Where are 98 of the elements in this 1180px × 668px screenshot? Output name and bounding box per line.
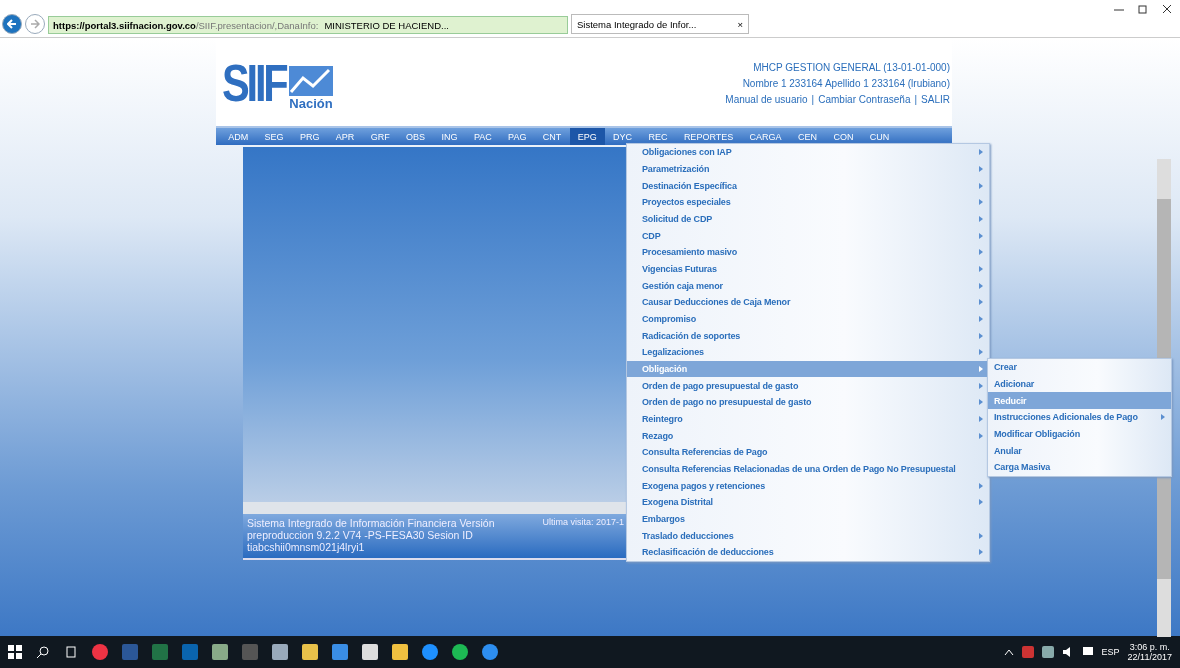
address-bar[interactable]: https://portal3.siifnacion.gov.co/SIIF.presentacion/,DanaInfo: MINISTERIO DE HACIEND... — [48, 16, 568, 34]
submenu-arrow-icon — [979, 499, 983, 506]
submenu-arrow-icon — [979, 482, 983, 489]
nav-tab[interactable]: ADM — [220, 128, 257, 145]
nav-tab[interactable]: CUN — [861, 128, 898, 145]
header-link[interactable]: Cambiar Contraseña — [818, 93, 911, 105]
menu-item[interactable]: Reclasificación de deducciones — [627, 544, 989, 561]
nav-tab[interactable]: CON — [825, 128, 862, 145]
notification-icon[interactable] — [1081, 646, 1094, 658]
arrow-right-icon — [30, 19, 40, 29]
menu-item[interactable]: Exogena pagos y retenciones — [627, 477, 989, 495]
restore-icon[interactable] — [1138, 4, 1148, 14]
menu-item[interactable]: Parametrización — [627, 160, 989, 178]
header-link[interactable]: SALIR — [921, 93, 950, 105]
nav-tab[interactable]: PAC — [465, 128, 500, 145]
menu-item[interactable]: Compromiso — [627, 310, 989, 328]
header-link[interactable]: Manual de usuario — [725, 93, 808, 105]
menu-item[interactable]: CDP — [627, 227, 989, 245]
menu-item[interactable]: Reducir — [988, 392, 1171, 409]
menu-item[interactable]: Legalizaciones — [627, 344, 989, 361]
search-icon[interactable] — [36, 645, 50, 659]
nav-tab[interactable]: DYC — [604, 128, 641, 145]
menu-item[interactable]: Rezago — [627, 427, 989, 445]
arrow-left-icon — [7, 19, 17, 29]
nav-tab[interactable]: CEN — [789, 128, 826, 145]
nav-tab[interactable]: REC — [640, 128, 676, 145]
menu-item[interactable]: Procesamiento masivo — [627, 244, 989, 261]
menu-item[interactable]: Instrucciones Adicionales de Pago — [988, 409, 1171, 426]
menu-item[interactable]: Destinación Específica — [627, 177, 989, 194]
menu-item[interactable]: Proyectos especiales — [627, 194, 989, 211]
submenu-arrow-icon — [979, 549, 983, 556]
close-icon[interactable] — [1162, 4, 1172, 14]
entity-label: MHCP GESTION GENERAL (13-01-01-000) — [753, 61, 950, 73]
nav-tab[interactable]: GRF — [362, 128, 398, 145]
menu-item[interactable]: Obligación — [627, 360, 989, 378]
nav-tab[interactable]: CNT — [534, 128, 570, 145]
submenu-arrow-icon — [979, 249, 983, 256]
nav-tab[interactable]: OBS — [397, 128, 434, 145]
clock[interactable]: 3:06 p. m. 22/11/2017 — [1127, 642, 1172, 662]
close-tab-button[interactable]: × — [737, 18, 743, 30]
menu-item[interactable]: Obligaciones con IAP — [627, 144, 989, 161]
menu-item[interactable]: Vigencias Futuras — [627, 260, 989, 278]
submenu-arrow-icon — [979, 182, 983, 189]
chevron-up-icon[interactable] — [1003, 648, 1014, 656]
submenu-arrow-icon — [979, 232, 983, 239]
menu-item[interactable]: Modificar Obligación — [988, 425, 1171, 443]
windows-start-icon[interactable] — [8, 645, 22, 659]
menu-item[interactable]: Adicionar — [988, 375, 1171, 393]
nav-tab[interactable]: REPORTES — [675, 128, 742, 145]
task-view-icon[interactable] — [64, 645, 78, 659]
back-button[interactable] — [2, 14, 22, 34]
submenu-arrow-icon — [979, 166, 983, 172]
menu-item[interactable]: Gestión caja menor — [627, 277, 989, 295]
nav-tab[interactable]: EPG — [569, 128, 605, 145]
submenu-arrow-icon — [979, 532, 983, 539]
menu-item[interactable]: Consulta Referencias Relacionadas de una Orden de Pago No Presupuestal — [627, 460, 989, 478]
nav-tab[interactable]: PRG — [291, 128, 328, 145]
submenu-arrow-icon — [979, 266, 983, 273]
submenu-arrow-icon — [979, 382, 983, 389]
nav-tab[interactable]: SEG — [256, 128, 292, 145]
separator: | — [914, 93, 918, 105]
submenu-arrow-icon — [979, 366, 983, 373]
menu-item[interactable]: Embargos — [627, 510, 989, 528]
user-label: Nombre 1 233164 Apellido 1 233164 (lrubiano) — [742, 77, 950, 89]
menu-item[interactable]: Radicación de soportes — [627, 327, 989, 345]
menu-item[interactable]: Exogena Distrital — [627, 494, 989, 511]
nav-tab[interactable]: APR — [327, 128, 363, 145]
submenu-arrow-icon — [979, 316, 983, 323]
submenu-arrow-icon — [1161, 414, 1165, 421]
lock-label: MINISTERIO DE HACIEND... — [324, 19, 449, 31]
nav-tab[interactable]: PAG — [499, 128, 535, 145]
submenu-arrow-icon — [979, 149, 983, 156]
submenu-arrow-icon — [979, 399, 983, 406]
menu-item[interactable]: Anular — [988, 442, 1171, 460]
menu-item[interactable]: Traslado deducciones — [627, 527, 989, 545]
menu-item[interactable]: Carga Masiva — [988, 459, 1171, 476]
menu-item[interactable]: Reintegro — [627, 410, 989, 428]
submenu-arrow-icon — [979, 416, 983, 423]
system-info-text: Sistema Integrado de Información Financiera Versión preproduccion 9.2.2 V74 -PS-FESA30 Sesion ID tiabcshii0mnsm021j4lryi1 — [247, 517, 496, 555]
menu-item[interactable]: Consulta Referencias de Pago — [627, 444, 989, 461]
submenu-arrow-icon — [979, 332, 983, 339]
nav-tab[interactable]: CARGA — [741, 128, 790, 145]
submenu-arrow-icon — [979, 349, 983, 356]
last-visit-text: Ultima visita: 2017-1 — [542, 517, 624, 529]
submenu-arrow-icon — [979, 199, 983, 206]
submenu-arrow-icon — [979, 216, 983, 222]
language-indicator[interactable]: ESP — [1101, 647, 1120, 657]
menu-item[interactable]: Solicitud de CDP — [627, 210, 989, 228]
submenu-arrow-icon — [979, 282, 983, 289]
menu-item[interactable]: Causar Deducciones de Caja Menor — [627, 294, 989, 311]
menu-item[interactable]: Orden de pago presupuestal de gasto — [627, 377, 989, 395]
nav-tab[interactable]: ING — [433, 128, 466, 145]
menu-item[interactable]: Orden de pago no presupuestal de gasto — [627, 394, 989, 411]
submenu-arrow-icon — [979, 432, 983, 439]
submenu-arrow-icon — [979, 299, 983, 306]
menu-item[interactable]: Crear — [988, 359, 1171, 376]
browser-tab[interactable]: Sistema Integrado de Infor... × — [571, 14, 749, 34]
separator: | — [811, 93, 815, 105]
